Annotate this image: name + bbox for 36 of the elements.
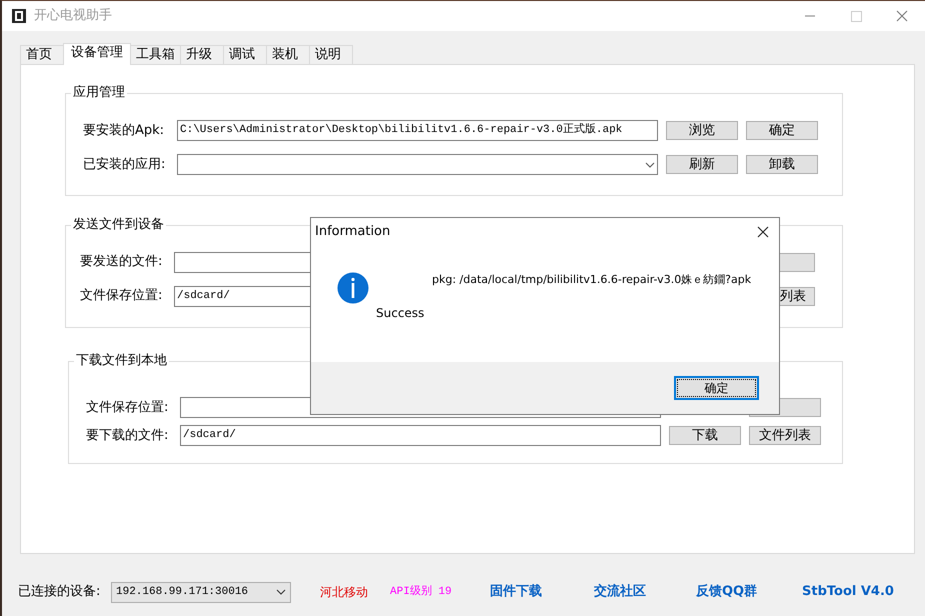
close-icon[interactable]	[757, 226, 769, 238]
field-label: 文件保存位置:	[79, 287, 164, 306]
tab[interactable]: 设备管理	[63, 43, 131, 65]
info-icon	[337, 272, 369, 304]
device-dropdown[interactable]: 192.168.99.171:30016	[111, 582, 291, 602]
tab[interactable]: 首页	[20, 45, 64, 64]
tab[interactable]: 说明	[309, 45, 353, 64]
button[interactable]: 确定	[746, 121, 818, 140]
field-label: 文件保存位置:	[85, 398, 170, 417]
field-label: 已安装的应用:	[82, 156, 166, 174]
input-field[interactable]: C:\Users\Administrator\Desktop\bilibilitv1.6.6-repair-v3.0正式版.apk	[177, 120, 658, 141]
link[interactable]: 固件下载	[490, 584, 542, 600]
input-field[interactable]: /sdcard/	[180, 425, 661, 446]
button[interactable]: 浏览	[666, 121, 738, 140]
button[interactable]: 下载	[669, 426, 741, 445]
window-title: 开心电视助手	[34, 7, 112, 26]
dialog-title: Information	[315, 223, 390, 242]
field-label: 要发送的文件:	[79, 253, 164, 272]
message-text: pkg: /data/local/tmp/bilibilitv1.6.6-repair-v3.0姝ｅ紡鐗?apk	[432, 272, 752, 288]
carrier-text: 河北移动	[320, 584, 369, 601]
button[interactable]: 卸载	[746, 155, 818, 174]
status-label: 已连接的设备:	[18, 583, 102, 602]
ok-button[interactable]: 确定	[674, 376, 759, 400]
button[interactable]: 文件列表	[749, 426, 821, 445]
app-icon	[12, 9, 26, 23]
dropdown-field[interactable]	[177, 154, 658, 175]
button[interactable]: 刷新	[666, 155, 738, 174]
link[interactable]: StbTool V4.0	[802, 584, 894, 600]
field-label: 要安装的Apk:	[82, 122, 166, 140]
status-text: Success	[376, 305, 424, 322]
link[interactable]: 交流社区	[594, 584, 646, 600]
chevron-down-icon	[276, 589, 286, 595]
chevron-down-icon	[645, 162, 655, 168]
link[interactable]: 反馈QQ群	[696, 584, 758, 600]
api-level-text: API级别 19	[390, 584, 453, 600]
field-label: 要下载的文件:	[85, 426, 170, 445]
